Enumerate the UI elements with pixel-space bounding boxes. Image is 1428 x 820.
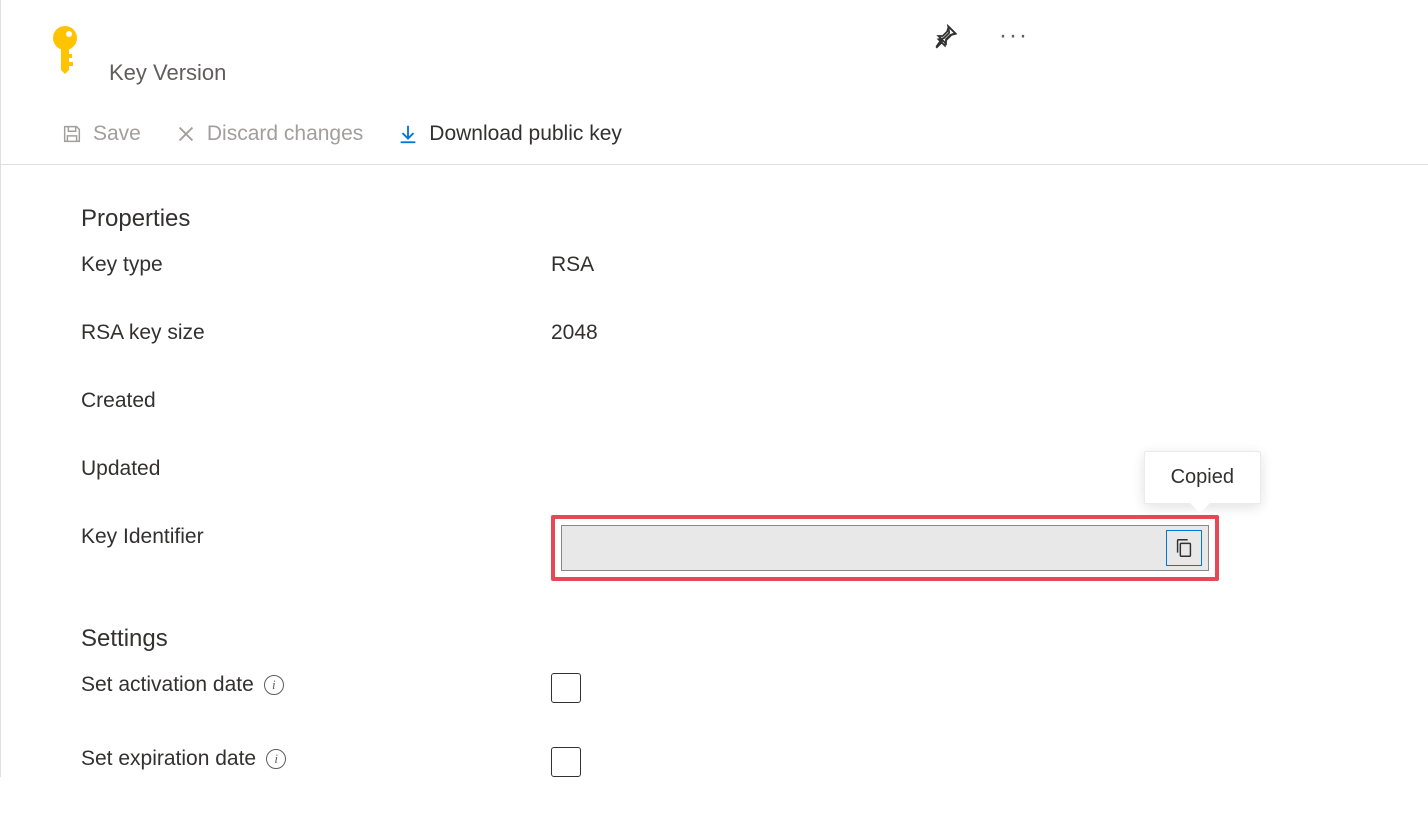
copy-icon bbox=[1173, 537, 1195, 559]
row-created: Created bbox=[81, 389, 1428, 413]
download-label: Download public key bbox=[429, 122, 622, 146]
activation-checkbox[interactable] bbox=[551, 673, 581, 703]
download-public-key-button[interactable]: Download public key bbox=[393, 118, 626, 150]
info-icon[interactable]: i bbox=[264, 675, 284, 695]
label-expiration-date: Set expiration date i bbox=[81, 747, 551, 771]
save-icon bbox=[61, 123, 83, 145]
command-toolbar: Save Discard changes Download public key bbox=[1, 94, 1428, 165]
save-button[interactable]: Save bbox=[57, 118, 145, 150]
label-updated: Updated bbox=[81, 457, 551, 481]
main-content: Properties Key type RSA RSA key size 204… bbox=[1, 165, 1428, 777]
discard-label: Discard changes bbox=[207, 122, 363, 146]
value-rsa-size: 2048 bbox=[551, 321, 598, 345]
info-icon[interactable]: i bbox=[266, 749, 286, 769]
label-created: Created bbox=[81, 389, 551, 413]
page-header: Key Version ··· bbox=[1, 0, 1428, 86]
row-key-identifier: Key Identifier Copied bbox=[81, 525, 1428, 581]
expiration-checkbox[interactable] bbox=[551, 747, 581, 777]
discard-button[interactable]: Discard changes bbox=[171, 118, 367, 150]
label-rsa-size: RSA key size bbox=[81, 321, 551, 345]
save-label: Save bbox=[93, 122, 141, 146]
key-icon bbox=[45, 20, 95, 79]
download-icon bbox=[397, 123, 419, 145]
row-key-type: Key type RSA bbox=[81, 253, 1428, 277]
key-identifier-input[interactable] bbox=[572, 538, 1166, 559]
label-key-identifier: Key Identifier bbox=[81, 525, 551, 549]
row-activation-date: Set activation date i bbox=[81, 673, 1428, 703]
key-identifier-highlight: Copied bbox=[551, 515, 1219, 581]
settings-heading: Settings bbox=[81, 625, 1428, 653]
properties-heading: Properties bbox=[81, 205, 1428, 233]
copied-tooltip: Copied bbox=[1144, 451, 1261, 504]
expiration-label-text: Set expiration date bbox=[81, 747, 256, 771]
more-menu-button[interactable]: ··· bbox=[1000, 22, 1028, 50]
copy-button[interactable] bbox=[1166, 530, 1202, 566]
row-expiration-date: Set expiration date i bbox=[81, 747, 1428, 777]
page-subtitle: Key Version bbox=[95, 60, 226, 86]
value-key-type: RSA bbox=[551, 253, 594, 277]
pin-button[interactable] bbox=[932, 22, 960, 50]
label-key-type: Key type bbox=[81, 253, 551, 277]
label-activation-date: Set activation date i bbox=[81, 673, 551, 697]
activation-label-text: Set activation date bbox=[81, 673, 254, 697]
row-rsa-size: RSA key size 2048 bbox=[81, 321, 1428, 345]
close-icon bbox=[175, 123, 197, 145]
key-identifier-field bbox=[561, 525, 1209, 571]
